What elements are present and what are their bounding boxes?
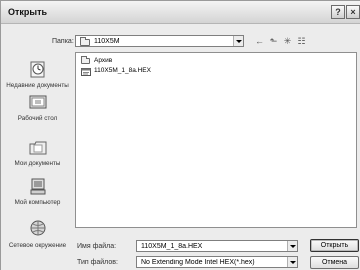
- my-computer-icon: [28, 176, 48, 196]
- place-desktop[interactable]: Рабочий стол: [6, 92, 69, 122]
- file-name: 110X5M_1_8a.HEX: [94, 67, 151, 74]
- filetype-label: Тип файлов:: [77, 259, 118, 266]
- place-recent[interactable]: Недавние документы: [6, 59, 69, 89]
- lookin-label: Папка:: [52, 38, 74, 45]
- up-folder-icon[interactable]: ⬑: [268, 36, 279, 46]
- filetype-select[interactable]: No Extending Mode Intel HEX(*.hex): [136, 256, 298, 268]
- recent-documents-icon: [28, 59, 48, 79]
- close-button[interactable]: ×: [346, 5, 360, 19]
- hex-file-icon: [81, 68, 91, 78]
- help-button[interactable]: ?: [331, 5, 345, 19]
- filename-input[interactable]: 110X5M_1_8a.HEX: [136, 240, 298, 252]
- place-my-documents[interactable]: Мои документы: [6, 137, 69, 167]
- back-icon[interactable]: ←: [254, 36, 265, 46]
- folder-icon: [81, 56, 90, 64]
- view-menu-icon[interactable]: ☷: [296, 36, 307, 46]
- file-name: Архив: [94, 57, 113, 64]
- place-label: Мой компьютер: [14, 199, 61, 206]
- folder-icon: [80, 37, 90, 46]
- places-bar: Недавние документы Рабочий стол Мои доку…: [6, 51, 69, 269]
- place-label: Мои документы: [14, 160, 61, 167]
- file-list[interactable]: Архив 110X5M_1_8a.HEX: [75, 52, 357, 228]
- place-my-computer[interactable]: Мой компьютер: [6, 176, 69, 206]
- lookin-combo[interactable]: 110X5M: [75, 35, 244, 47]
- chevron-down-icon[interactable]: [287, 241, 297, 251]
- network-icon: [28, 219, 48, 239]
- desktop-icon: [28, 92, 48, 112]
- chevron-down-icon[interactable]: [287, 257, 297, 267]
- place-label: Сетевое окружение: [8, 242, 67, 249]
- open-button[interactable]: Открыть: [310, 239, 359, 252]
- title-bar: Открыть ? ×: [1, 1, 360, 24]
- place-network[interactable]: Сетевое окружение: [6, 219, 69, 249]
- place-label: Недавние документы: [6, 82, 69, 89]
- my-documents-icon: [28, 137, 48, 157]
- filetype-value: No Extending Mode Intel HEX(*.hex): [141, 259, 255, 266]
- cancel-button[interactable]: Отмена: [310, 256, 359, 269]
- filename-label: Имя файла:: [77, 243, 117, 250]
- open-file-dialog: Открыть ? × Папка: 110X5M ← ⬑ ✳ ☷ Недавн…: [0, 0, 360, 270]
- lookin-value: 110X5M: [94, 38, 120, 45]
- chevron-down-icon[interactable]: [233, 36, 243, 46]
- new-folder-icon[interactable]: ✳: [282, 36, 293, 46]
- filename-value: 110X5M_1_8a.HEX: [141, 243, 203, 250]
- window-title: Открыть: [8, 7, 48, 17]
- place-label: Рабочий стол: [17, 115, 58, 122]
